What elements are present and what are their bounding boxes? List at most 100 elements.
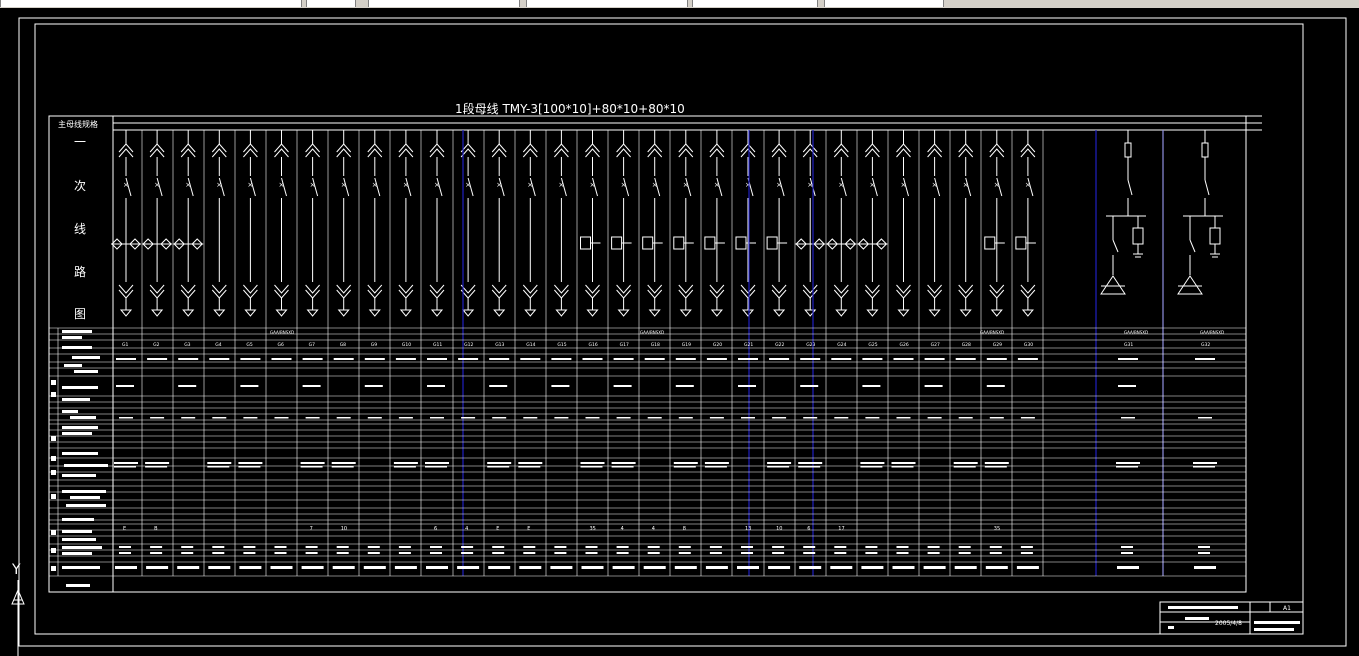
contact-icon (989, 289, 1005, 299)
toolbar-field-4[interactable] (526, 0, 688, 7)
cell-text-bar (523, 546, 536, 548)
row-header-label (62, 546, 102, 549)
relay-icon (766, 236, 778, 250)
cell-text-bar (150, 552, 163, 554)
cell-text-bar (896, 552, 909, 554)
cell-text-bar (519, 566, 542, 569)
contact-icon (1020, 143, 1036, 153)
cabinet-number: G7 (309, 342, 315, 348)
cabinet-number: G12 (464, 342, 473, 348)
cell-text-bar (302, 385, 321, 387)
cell-text-bar (301, 566, 324, 569)
toolbar-field-2[interactable] (306, 0, 356, 7)
breaker-mark-icon: × (590, 181, 596, 189)
cell-text-bar (209, 358, 230, 360)
cell-text-bar (398, 552, 411, 554)
cell-text-bar (116, 358, 136, 360)
circuit-column: × (491, 130, 507, 317)
cable-end-icon (990, 309, 1003, 317)
cell-text-bar (208, 566, 231, 569)
breaker-mark-icon: × (932, 181, 938, 189)
row-marker-icon (51, 456, 56, 461)
toolbar-field-6[interactable] (824, 0, 944, 7)
cell-text-bar (181, 546, 194, 548)
cell-text-bar (705, 566, 728, 569)
row-header-label (62, 566, 100, 569)
cad-toolbar (0, 0, 1359, 8)
cell-text-bar (1117, 566, 1139, 569)
cell-text-bar (116, 385, 134, 387)
breaker-mark-icon: × (683, 181, 689, 189)
cell-text-bar (363, 566, 386, 569)
title-block-text-bar (1185, 617, 1209, 620)
bus-title: 1段母线 TMY-3[100*10]+80*10+80*10 (455, 101, 685, 116)
cell-text-bar (240, 358, 261, 360)
circuit-column: × (984, 130, 1005, 317)
cell-text-bar (178, 358, 199, 360)
row-header-label (62, 538, 96, 541)
cable-end-icon (524, 309, 537, 317)
row-header-label (74, 370, 98, 373)
circuit-column: × (211, 130, 227, 317)
cable-end-icon (119, 309, 133, 317)
cell-text-bar (305, 552, 318, 554)
toolbar-field-1[interactable] (0, 0, 302, 7)
row-header-label (62, 330, 92, 333)
cable-end-icon (773, 309, 786, 317)
cabinet-number: G8 (340, 342, 346, 348)
cabinet-number: G32 (1201, 342, 1210, 348)
power-value: B (154, 526, 158, 532)
circuit-column: × (142, 130, 173, 317)
table-grid (49, 130, 1247, 577)
cell-text-bar (271, 358, 292, 360)
power-value: E (527, 526, 530, 532)
breaker-mark-icon: × (216, 181, 222, 189)
cell-text-bar (336, 552, 349, 554)
cell-text-bar (243, 417, 258, 419)
circuit-column: × (673, 130, 694, 317)
cabinet-number: G6 (278, 342, 284, 348)
cable-end-icon (275, 309, 288, 317)
cell-text-bar (305, 546, 318, 548)
breaker-mark-icon: × (496, 181, 502, 189)
breaker-mark-icon: × (714, 181, 720, 189)
row-header-label (62, 552, 92, 555)
cell-text-bar (958, 417, 973, 419)
cell-text-bar (1121, 546, 1133, 548)
cell-text-bar (953, 462, 978, 464)
cell-text-bar (426, 566, 448, 569)
cell-text-bar (896, 546, 909, 548)
toolbar-field-3[interactable] (368, 0, 520, 7)
cell-text-bar (119, 552, 131, 554)
cell-text-bar (927, 417, 942, 419)
cable-end-icon (399, 309, 412, 317)
cabinet-number: G28 (962, 342, 971, 348)
cell-text-bar (398, 417, 413, 419)
cell-text-bar (520, 358, 541, 360)
power-value: 13 (745, 526, 751, 532)
cell-text-bar (115, 566, 137, 569)
cell-text-bar (523, 552, 536, 554)
cabinet-number: G21 (744, 342, 753, 348)
cell-text-bar (518, 466, 541, 468)
contact-icon (585, 143, 600, 153)
cell-text-bar (706, 358, 727, 360)
contact-icon (616, 143, 631, 153)
contact-icon (274, 143, 289, 153)
cable-end-icon (462, 309, 475, 317)
toolbar-field-5[interactable] (692, 0, 818, 7)
cad-drawing-canvas[interactable]: 1段母线 TMY-3[100*10]+80*10+80*10 主母线规格 一 次… (0, 8, 1359, 656)
cell-text-bar (489, 385, 508, 387)
cell-text-bar (393, 466, 416, 468)
relay-icon (673, 236, 685, 250)
cell-text-bar (305, 417, 320, 419)
cell-text-bar (147, 358, 168, 360)
cell-text-bar (212, 417, 227, 419)
cell-text-bar (709, 552, 722, 554)
cell-text-bar (860, 462, 885, 464)
cell-text-bar (430, 546, 442, 548)
circuit-column: × (766, 130, 788, 317)
cabinet-number: G25 (868, 342, 877, 348)
cell-text-bar (461, 417, 476, 419)
contact-icon (305, 289, 320, 299)
